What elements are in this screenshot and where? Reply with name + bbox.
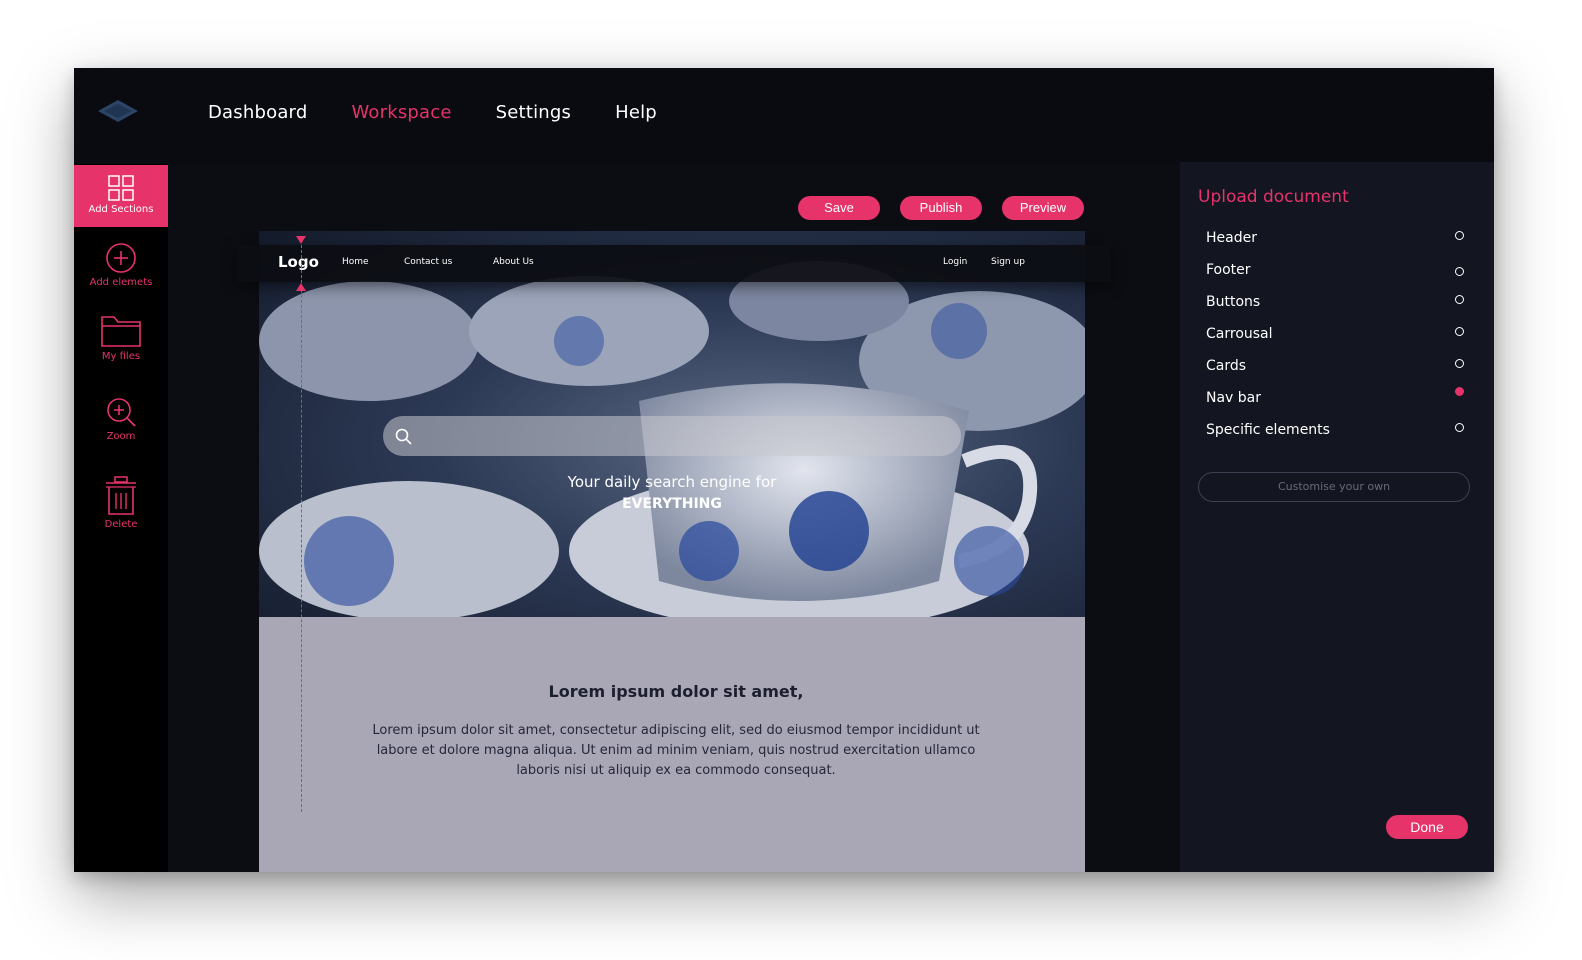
option-carrousal[interactable]: Carrousal (1206, 323, 1464, 343)
site-link-home[interactable]: Home (342, 257, 369, 267)
sidebar-label-my-files: My files (101, 351, 141, 362)
radio-button[interactable] (1455, 295, 1464, 304)
radio-button[interactable] (1455, 267, 1464, 276)
option-footer[interactable]: Footer (1206, 259, 1464, 279)
nav-help[interactable]: Help (615, 102, 657, 123)
sidebar-label-delete: Delete (104, 519, 138, 530)
option-label: Specific elements (1206, 422, 1330, 438)
hero-tagline: Your daily search engine for EVERYTHING (259, 471, 1085, 515)
upload-panel: Upload document Header Footer Buttons Ca… (1180, 162, 1494, 872)
plus-circle-icon (106, 243, 136, 273)
website-preview[interactable]: Your daily search engine for EVERYTHING … (259, 231, 1085, 872)
sidebar-item-add-sections[interactable]: Add Sections (74, 165, 168, 227)
option-header[interactable]: Header (1206, 227, 1464, 247)
radio-button[interactable] (1455, 231, 1464, 240)
option-label: Footer (1206, 262, 1251, 278)
site-link-contact[interactable]: Contact us (404, 257, 452, 267)
site-link-signup[interactable]: Sign up (991, 257, 1025, 267)
radio-button[interactable] (1455, 359, 1464, 368)
content-body: Lorem ipsum dolor sit amet, consectetur … (372, 723, 980, 778)
option-label: Cards (1206, 358, 1247, 374)
nav-dashboard[interactable]: Dashboard (208, 102, 307, 123)
grid-icon (108, 175, 134, 201)
radio-button-selected[interactable] (1455, 387, 1464, 396)
preview-button[interactable]: Preview (1002, 196, 1084, 220)
option-label: Carrousal (1206, 326, 1273, 342)
site-link-login[interactable]: Login (943, 257, 967, 267)
option-buttons[interactable]: Buttons (1206, 291, 1464, 311)
sidebar-item-my-files[interactable]: My files (74, 314, 168, 362)
sidebar-item-delete[interactable]: Delete (74, 476, 168, 530)
content-title: Lorem ipsum dolor sit amet, (548, 682, 804, 701)
radio-button[interactable] (1455, 327, 1464, 336)
zoom-in-icon (107, 398, 136, 427)
hero-image: Your daily search engine for EVERYTHING (259, 231, 1085, 617)
layers-icon[interactable] (96, 98, 140, 124)
publish-button[interactable]: Publish (900, 196, 982, 220)
done-button[interactable]: Done (1386, 815, 1468, 839)
panel-title: Upload document (1198, 187, 1349, 207)
sidebar-item-add-elements[interactable]: Add elemets (74, 242, 168, 288)
sidebar-label-add-elements: Add elemets (89, 277, 153, 288)
folder-icon (101, 316, 141, 347)
save-button[interactable]: Save (798, 196, 880, 220)
sidebar-label-add-sections: Add Sections (88, 204, 154, 215)
site-link-about[interactable]: About Us (493, 257, 534, 267)
alignment-guide[interactable] (301, 240, 302, 812)
hero-line: Your daily search engine for (567, 473, 777, 491)
option-label: Nav bar (1206, 390, 1262, 406)
search-input[interactable] (383, 416, 961, 456)
hero-emphasis: EVERYTHING (622, 496, 722, 512)
trash-icon (106, 476, 136, 515)
search-icon (395, 428, 412, 445)
option-label: Buttons (1206, 294, 1261, 310)
sidebar-item-zoom[interactable]: Zoom (74, 396, 168, 442)
tool-sidebar: Add Sections Add elemets My files Zoom D… (74, 164, 168, 872)
app-window: Dashboard Workspace Settings Help Add Se… (74, 68, 1494, 872)
option-specific-elements[interactable]: Specific elements (1206, 419, 1464, 439)
nav-settings[interactable]: Settings (496, 102, 571, 123)
radio-button[interactable] (1455, 423, 1464, 432)
customise-button[interactable]: Customise your own (1198, 472, 1470, 502)
guide-arrow-down-icon (296, 236, 306, 244)
guide-arrow-up-icon (296, 283, 306, 291)
site-nav-bar[interactable]: Logo Home Contact us About Us Login Sign… (237, 245, 1111, 282)
option-cards[interactable]: Cards (1206, 355, 1464, 375)
option-label: Header (1206, 230, 1257, 246)
nav-workspace[interactable]: Workspace (351, 102, 451, 123)
site-logo[interactable]: Logo (278, 253, 319, 271)
top-nav: Dashboard Workspace Settings Help (208, 102, 657, 123)
option-nav-bar[interactable]: Nav bar (1206, 387, 1464, 407)
sidebar-label-zoom: Zoom (106, 431, 136, 442)
